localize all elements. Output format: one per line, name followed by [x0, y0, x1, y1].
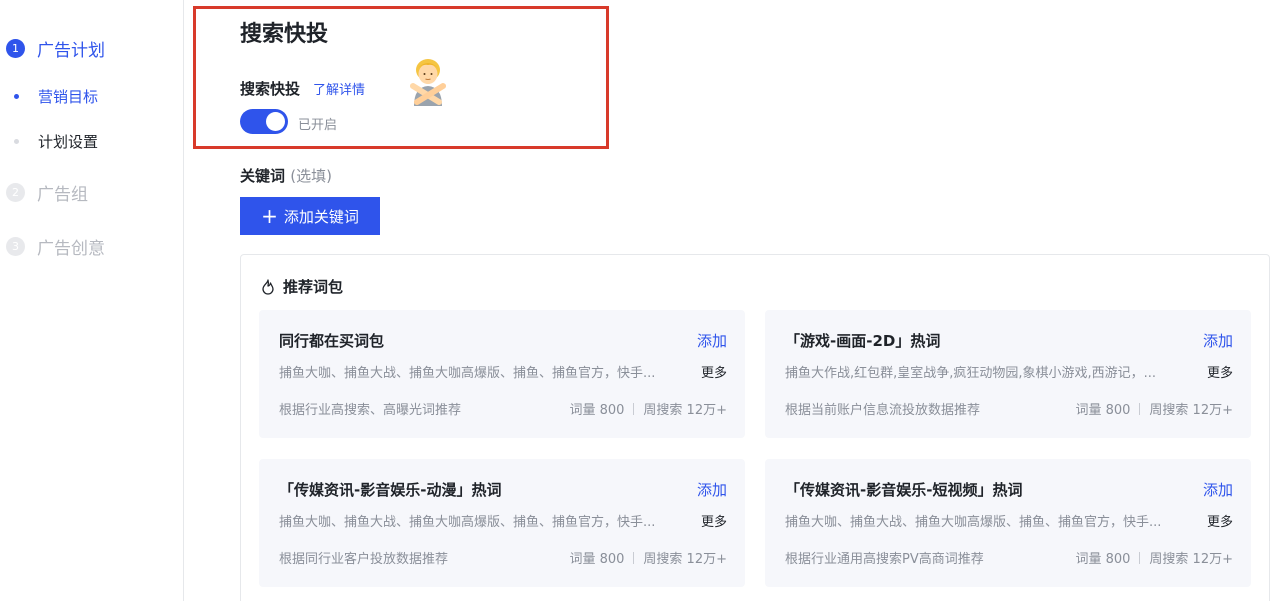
card-title: 同行都在买词包 [279, 332, 385, 350]
flame-icon [262, 278, 274, 295]
bullet-dot [14, 139, 19, 144]
step-number: 1 [6, 39, 25, 58]
search-fast-toggle[interactable] [240, 109, 288, 134]
card-keywords: 捕鱼大咖、捕鱼大战、捕鱼大咖高爆版、捕鱼、捕鱼官方，快手... [785, 515, 1162, 530]
step-number: 3 [6, 237, 25, 256]
card-more-link[interactable]: 更多 [701, 511, 727, 530]
keyword-pack-card: 「游戏-画面-2D」热词 添加 捕鱼大作战,红包群,皇室战争,疯狂动物园,象棋小… [765, 310, 1251, 438]
learn-more-link[interactable]: 了解详情 [313, 79, 365, 98]
sidebar-item-marketing-goal[interactable]: 营销目标 [14, 86, 98, 107]
keyword-pack-card: 同行都在买词包 添加 捕鱼大咖、捕鱼大战、捕鱼大咖高爆版、捕鱼、捕鱼官方，快手.… [259, 310, 745, 438]
card-keywords: 捕鱼大作战,红包群,皇室战争,疯狂动物园,象棋小游戏,西游记，... [785, 366, 1157, 381]
step-ad-creative[interactable]: 3 广告创意 [6, 234, 105, 259]
card-source: 根据当前账户信息流投放数据推荐 [785, 403, 981, 418]
sidebar: 1 广告计划 营销目标 计划设置 2 广告组 3 广告创意 [0, 0, 184, 601]
add-keyword-button[interactable]: + 添加关键词 [240, 197, 380, 235]
step-label: 广告计划 [37, 41, 105, 61]
stats-divider [633, 402, 635, 415]
card-add-link[interactable]: 添加 [1203, 330, 1233, 351]
card-source: 根据行业高搜索、高曝光词推荐 [279, 403, 462, 418]
card-word-count: 词量 800 [1075, 403, 1131, 418]
card-add-link[interactable]: 添加 [1203, 479, 1233, 500]
keywords-label-text: 关键词 [240, 167, 286, 185]
card-stats: 词量 800 周搜索 12万+ [1075, 548, 1233, 567]
bullet-dot [14, 94, 19, 99]
keywords-optional-hint: (选填) [290, 167, 332, 185]
card-stats: 词量 800 周搜索 12万+ [569, 399, 727, 418]
step-label: 广告创意 [37, 239, 105, 259]
keyword-pack-card: 「传媒资讯-影音娱乐-短视频」热词 添加 捕鱼大咖、捕鱼大战、捕鱼大咖高爆版、捕… [765, 459, 1251, 587]
search-fast-label: 搜索快投 [240, 80, 301, 98]
person-gesturing-no-icon [410, 59, 446, 106]
card-weekly-search: 周搜索 12万+ [1149, 552, 1233, 567]
stats-divider [1139, 402, 1141, 415]
card-source: 根据行业通用高搜索PV高商词推荐 [785, 552, 984, 567]
toggle-knob [266, 112, 285, 131]
card-more-link[interactable]: 更多 [701, 362, 727, 381]
card-weekly-search: 周搜索 12万+ [643, 403, 727, 418]
card-keywords: 捕鱼大咖、捕鱼大战、捕鱼大咖高爆版、捕鱼、捕鱼官方，快手... [279, 366, 656, 381]
sidebar-item-label: 营销目标 [38, 88, 99, 106]
card-word-count: 词量 800 [569, 403, 625, 418]
card-stats: 词量 800 周搜索 12万+ [1075, 399, 1233, 418]
card-weekly-search: 周搜索 12万+ [1149, 403, 1233, 418]
card-keywords: 捕鱼大咖、捕鱼大战、捕鱼大咖高爆版、捕鱼、捕鱼官方，快手... [279, 515, 656, 530]
card-more-link[interactable]: 更多 [1207, 511, 1233, 530]
stats-divider [633, 551, 635, 564]
step-ad-plan[interactable]: 1 广告计划 [6, 36, 105, 61]
recommend-panel-title: 推荐词包 [283, 278, 344, 296]
card-word-count: 词量 800 [1075, 552, 1131, 567]
card-title: 「传媒资讯-影音娱乐-短视频」热词 [785, 481, 1023, 499]
recommend-panel-header: 推荐词包 [261, 276, 343, 297]
card-weekly-search: 周搜索 12万+ [643, 552, 727, 567]
plus-icon: + [261, 204, 278, 228]
section-title: 搜索快投 [240, 22, 329, 47]
card-title: 「传媒资讯-影音娱乐-动漫」热词 [279, 481, 502, 499]
card-title: 「游戏-画面-2D」热词 [785, 332, 941, 350]
card-word-count: 词量 800 [569, 552, 625, 567]
card-stats: 词量 800 周搜索 12万+ [569, 548, 727, 567]
card-more-link[interactable]: 更多 [1207, 362, 1233, 381]
stats-divider [1139, 551, 1141, 564]
toggle-status-text: 已开启 [298, 118, 338, 133]
keywords-label: 关键词 (选填) [240, 165, 332, 186]
keyword-pack-card: 「传媒资讯-影音娱乐-动漫」热词 添加 捕鱼大咖、捕鱼大战、捕鱼大咖高爆版、捕鱼… [259, 459, 745, 587]
add-keyword-label: 添加关键词 [283, 207, 359, 226]
sidebar-item-plan-settings[interactable]: 计划设置 [14, 131, 98, 152]
step-number: 2 [6, 183, 25, 202]
sidebar-item-label: 计划设置 [38, 133, 99, 151]
step-label: 广告组 [37, 185, 88, 205]
card-add-link[interactable]: 添加 [697, 479, 727, 500]
step-ad-group[interactable]: 2 广告组 [6, 180, 88, 205]
card-source: 根据同行业客户投放数据推荐 [279, 552, 449, 567]
card-add-link[interactable]: 添加 [697, 330, 727, 351]
